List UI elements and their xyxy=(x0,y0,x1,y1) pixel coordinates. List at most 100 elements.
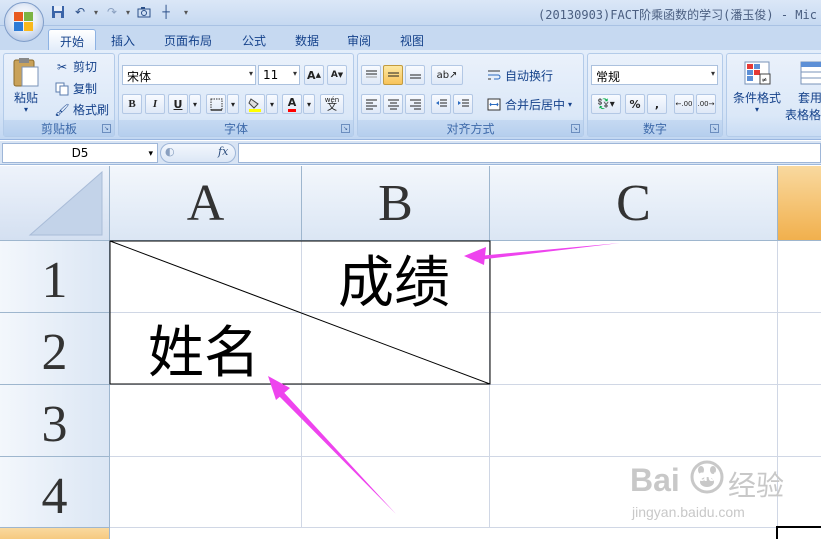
format-painter-label: 格式刷 xyxy=(73,103,110,117)
tab-page-layout[interactable]: 页面布局 xyxy=(153,29,223,50)
increase-indent-button[interactable] xyxy=(453,94,473,114)
borders-button[interactable] xyxy=(206,94,226,114)
tab-view[interactable]: 视图 xyxy=(389,29,435,50)
currency-icon: 💱▾ xyxy=(597,98,615,110)
paintbrush-icon: 🖌 xyxy=(54,102,70,117)
formula-bar: D5 ▾ ◐ fx xyxy=(0,141,821,165)
merge-cells-icon xyxy=(486,97,502,113)
paste-dropdown-icon[interactable]: ▾ xyxy=(8,106,44,114)
orientation-button[interactable]: ab↗ xyxy=(431,65,463,85)
copy-button[interactable]: 复制 xyxy=(54,80,97,97)
office-logo-icon xyxy=(14,12,34,32)
borders-dropdown-icon[interactable]: ▾ xyxy=(227,94,239,114)
underline-dropdown-icon[interactable]: ▾ xyxy=(189,94,201,114)
paint-bucket-icon xyxy=(248,97,261,112)
paste-label: 粘贴 xyxy=(13,91,38,105)
format-as-table-button[interactable]: 套用 表格格 xyxy=(785,60,821,123)
tab-formulas[interactable]: 公式 xyxy=(231,29,277,50)
align-middle-button[interactable] xyxy=(383,65,403,85)
decrease-decimal-button[interactable]: .00→ xyxy=(696,94,716,114)
undo-icon[interactable]: ↶ xyxy=(72,4,88,20)
decrease-indent-button[interactable] xyxy=(431,94,451,114)
chevron-down-icon: ▾ xyxy=(710,69,715,78)
wrap-text-icon xyxy=(486,68,502,84)
bold-button[interactable]: B xyxy=(122,94,142,114)
paste-button[interactable]: 粘贴 ▾ xyxy=(8,56,44,114)
merge-center-button[interactable]: 合并后居中 ▾ xyxy=(486,96,572,113)
alignment-dialog-launcher-icon[interactable]: ↘ xyxy=(571,124,580,133)
align-bottom-button[interactable] xyxy=(405,65,425,85)
chevron-down-icon: ▾ xyxy=(148,149,153,159)
font-size-combo[interactable]: 11 ▾ xyxy=(258,65,300,85)
title-bar: ↶ ▾ ↷ ▾ ┼ ▾ (20130903)FACT阶乘函数的学习(潘玉俊) -… xyxy=(0,0,821,26)
arrow-to-name-icon xyxy=(268,376,396,514)
font-color-icon: A xyxy=(287,96,297,112)
tab-insert[interactable]: 插入 xyxy=(100,29,146,50)
fill-color-button[interactable] xyxy=(245,94,265,114)
align-right-button[interactable] xyxy=(405,94,425,114)
fill-color-dropdown-icon[interactable]: ▾ xyxy=(266,94,278,114)
format-painter-button[interactable]: 🖌 格式刷 xyxy=(54,101,109,118)
wrap-text-button[interactable]: 自动换行 xyxy=(486,67,553,84)
increase-decimal-button[interactable]: ←.00 xyxy=(674,94,694,114)
svg-text:≠: ≠ xyxy=(762,76,768,84)
merge-center-label: 合并后居中 xyxy=(505,98,566,112)
office-button[interactable] xyxy=(4,2,44,42)
cancel-formula-icon[interactable]: ◐ xyxy=(165,145,175,158)
cut-button[interactable]: ✂ 剪切 xyxy=(54,58,97,75)
insert-function-button[interactable]: fx xyxy=(218,145,228,158)
align-top-icon xyxy=(365,70,377,78)
paste-icon xyxy=(13,58,39,87)
tab-review[interactable]: 审阅 xyxy=(336,29,382,50)
comma-button[interactable]: , xyxy=(647,94,667,114)
name-box[interactable]: D5 ▾ xyxy=(2,143,158,163)
font-name-combo[interactable]: 宋体 ▾ xyxy=(122,65,256,85)
underline-button[interactable]: U xyxy=(168,94,188,114)
ribbon-tabs: 开始 插入 页面布局 公式 数据 审阅 视图 xyxy=(0,26,821,50)
redo-dropdown-icon[interactable]: ▾ xyxy=(126,8,130,17)
clipboard-group-label: 剪贴板 xyxy=(4,120,114,136)
italic-button[interactable]: I xyxy=(145,94,165,114)
conditional-format-icon: ≠ xyxy=(744,61,771,85)
scissors-icon: ✂ xyxy=(56,59,68,74)
increase-decimal-icon: ←.00 xyxy=(675,100,693,108)
grow-font-button[interactable]: A ▲ xyxy=(304,65,324,85)
watermark-suffix: 经验 xyxy=(728,470,785,501)
font-color-button[interactable]: A xyxy=(282,94,302,114)
clipboard-dialog-launcher-icon[interactable]: ↘ xyxy=(102,124,111,133)
undo-dropdown-icon[interactable]: ▾ xyxy=(94,8,98,17)
phonetic-button[interactable]: wén 文 xyxy=(320,94,344,114)
styles-group: ≠ 条件格式 ▾ 套用 表格格 xyxy=(726,53,821,137)
save-icon[interactable] xyxy=(50,4,66,20)
font-dialog-launcher-icon[interactable]: ↘ xyxy=(341,124,350,133)
align-top-button[interactable] xyxy=(361,65,381,85)
percent-button[interactable]: % xyxy=(625,94,645,114)
align-left-button[interactable] xyxy=(361,94,381,114)
sort-icon[interactable]: ┼ xyxy=(158,4,174,20)
shrink-font-button[interactable]: A ▼ xyxy=(327,65,347,85)
formula-input[interactable] xyxy=(238,143,821,163)
conditional-format-dropdown-icon[interactable]: ▾ xyxy=(729,106,785,114)
grow-font-label: A xyxy=(307,68,316,82)
accounting-format-button[interactable]: 💱▾ xyxy=(591,94,621,114)
decrease-decimal-icon: .00→ xyxy=(697,100,715,108)
font-color-dropdown-icon[interactable]: ▾ xyxy=(303,94,315,114)
number-group: 常规 ▾ 💱▾ % , ←.00 .00→ 数字 ↘ xyxy=(587,53,723,137)
decrease-indent-icon xyxy=(435,99,447,107)
customize-qat-icon[interactable]: ▾ xyxy=(184,8,188,17)
tab-home[interactable]: 开始 xyxy=(48,29,97,50)
number-format-combo[interactable]: 常规 ▾ xyxy=(591,65,718,85)
number-dialog-launcher-icon[interactable]: ↘ xyxy=(710,124,719,133)
window-title: (20130903)FACT阶乘函数的学习(潘玉俊) - Mic xyxy=(538,8,817,22)
tab-data[interactable]: 数据 xyxy=(284,29,330,50)
decrease-decimal-label: .00 xyxy=(697,100,709,108)
merge-center-dropdown-icon[interactable]: ▾ xyxy=(568,100,572,109)
baidu-watermark: Bai du 经验 jingyan.baidu.com xyxy=(618,442,818,537)
conditional-format-button[interactable]: ≠ 条件格式 ▾ xyxy=(729,60,785,114)
align-center-button[interactable] xyxy=(383,94,403,114)
camera-icon[interactable] xyxy=(136,4,152,20)
wrap-text-label: 自动换行 xyxy=(505,69,554,83)
copy-icon xyxy=(54,81,70,97)
font-group: 宋体 ▾ 11 ▾ A ▲ A ▼ B I U ▾ ▾ ▾ A ▾ wén 文 字体… xyxy=(118,53,354,137)
redo-icon[interactable]: ↷ xyxy=(104,4,120,20)
